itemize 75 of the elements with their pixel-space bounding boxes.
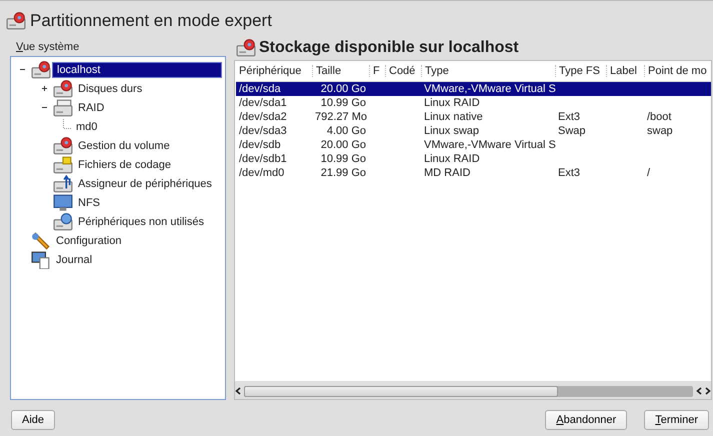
wrench-icon [31, 232, 51, 250]
hard-disk-icon [53, 136, 73, 154]
tree-item[interactable]: Fichiers de codage [74, 158, 175, 172]
table-row[interactable]: /dev/sda1 10.99 Go Linux RAID [236, 96, 711, 110]
monitor-icon [53, 194, 73, 212]
hard-disk-icon [6, 12, 26, 30]
hard-disk-icon [31, 60, 51, 78]
tree-item[interactable]: Assigneur de périphériques [74, 176, 216, 190]
scroll-left-icon[interactable] [235, 387, 241, 395]
table-cell: /dev/sdb1 [239, 153, 287, 165]
column-header[interactable]: F [369, 65, 385, 77]
tree-item[interactable]: RAID [74, 100, 108, 114]
table-row[interactable]: /dev/sda2 792.27 Mo Linux native Ext3 /boot [236, 110, 711, 124]
finish-button[interactable]: Terminer [644, 410, 709, 430]
tree-item[interactable]: localhost [52, 62, 222, 78]
table-cell: 4.00 Go [326, 125, 366, 137]
table-cell: /dev/sda1 [239, 97, 287, 109]
table-cell: /dev/sdb [239, 139, 281, 151]
table-cell: Linux RAID [424, 97, 480, 109]
disk-arrow-icon [53, 174, 73, 192]
table-cell: 792.27 Mo [315, 111, 367, 123]
panel-label: Vue système [15, 40, 80, 55]
table-cell: VMware,-VMware Virtual S [424, 139, 556, 151]
scroll-right-icon[interactable] [705, 387, 711, 395]
tree-item[interactable]: Configuration [52, 234, 126, 248]
column-header[interactable]: Point de mo [644, 65, 710, 77]
table-cell: /dev/sda2 [239, 111, 287, 123]
scroll-left-icon[interactable] [696, 387, 702, 395]
table-row[interactable]: /dev/sdb 20.00 Go VMware,-VMware Virtual S [236, 138, 711, 152]
table-cell: / [647, 167, 650, 179]
tree-item[interactable]: Gestion du volume [74, 138, 174, 152]
table-cell: MD RAID [424, 167, 470, 179]
disk-stack-icon [53, 98, 73, 116]
scrollbar-thumb[interactable] [244, 386, 558, 396]
table-cell: swap [647, 125, 673, 137]
hard-disk-icon [236, 39, 256, 57]
table-cell: /dev/sda3 [239, 125, 287, 137]
table-cell: Swap [558, 125, 586, 137]
table-cell: VMware,-VMware Virtual S [424, 83, 556, 95]
abort-button[interactable]: Abandonner [545, 410, 628, 430]
tree-item[interactable]: Journal [52, 252, 96, 266]
tree-item[interactable]: NFS [74, 196, 104, 210]
column-header[interactable]: Périphérique [236, 65, 312, 77]
column-header[interactable]: Type FS [555, 65, 606, 77]
table-cell: /boot [647, 111, 672, 123]
table-cell: Ext3 [558, 111, 580, 123]
table-cell: Linux native [424, 111, 483, 123]
help-button[interactable]: Aide [11, 410, 56, 430]
table-cell: Linux RAID [424, 153, 480, 165]
table-row[interactable]: /dev/sdb1 10.99 Go Linux RAID [236, 152, 711, 166]
column-header[interactable]: Type [421, 65, 555, 77]
tree-connector-icon [63, 118, 71, 128]
table-cell: 20.00 Go [320, 83, 366, 95]
computer-icon [31, 250, 51, 268]
table-cell: Ext3 [558, 167, 580, 179]
table-cell: 20.00 Go [320, 139, 366, 151]
table-cell: 21.99 Go [320, 167, 366, 179]
table-cell: 10.99 Go [320, 153, 366, 165]
section-heading: Stockage disponible sur localhost [259, 39, 519, 57]
window-title: Partitionnement en mode expert [30, 11, 272, 31]
tree-item[interactable]: Périphériques non utilisés [74, 214, 208, 228]
column-header[interactable]: Label [606, 65, 644, 77]
table-row[interactable]: /dev/sda3 4.00 Go Linux swap Swap swap [236, 124, 711, 138]
column-header[interactable]: Codé [385, 65, 421, 77]
table-cell: /dev/sda [239, 83, 281, 95]
scrollbar-track[interactable] [244, 386, 693, 396]
column-header[interactable]: Taille [312, 65, 369, 77]
table-cell: /dev/md0 [239, 167, 284, 179]
table-row[interactable]: /dev/sda 20.00 Go VMware,-VMware Virtual S [236, 82, 711, 96]
tree-item[interactable]: Disques durs [74, 82, 146, 96]
table-row[interactable]: /dev/md0 21.99 Go MD RAID Ext3 / [236, 166, 711, 180]
tree-item[interactable]: md0 [72, 120, 102, 134]
hard-disk-icon [53, 80, 73, 98]
table-cell: Linux swap [424, 125, 480, 137]
table-cell: 10.99 Go [320, 97, 366, 109]
